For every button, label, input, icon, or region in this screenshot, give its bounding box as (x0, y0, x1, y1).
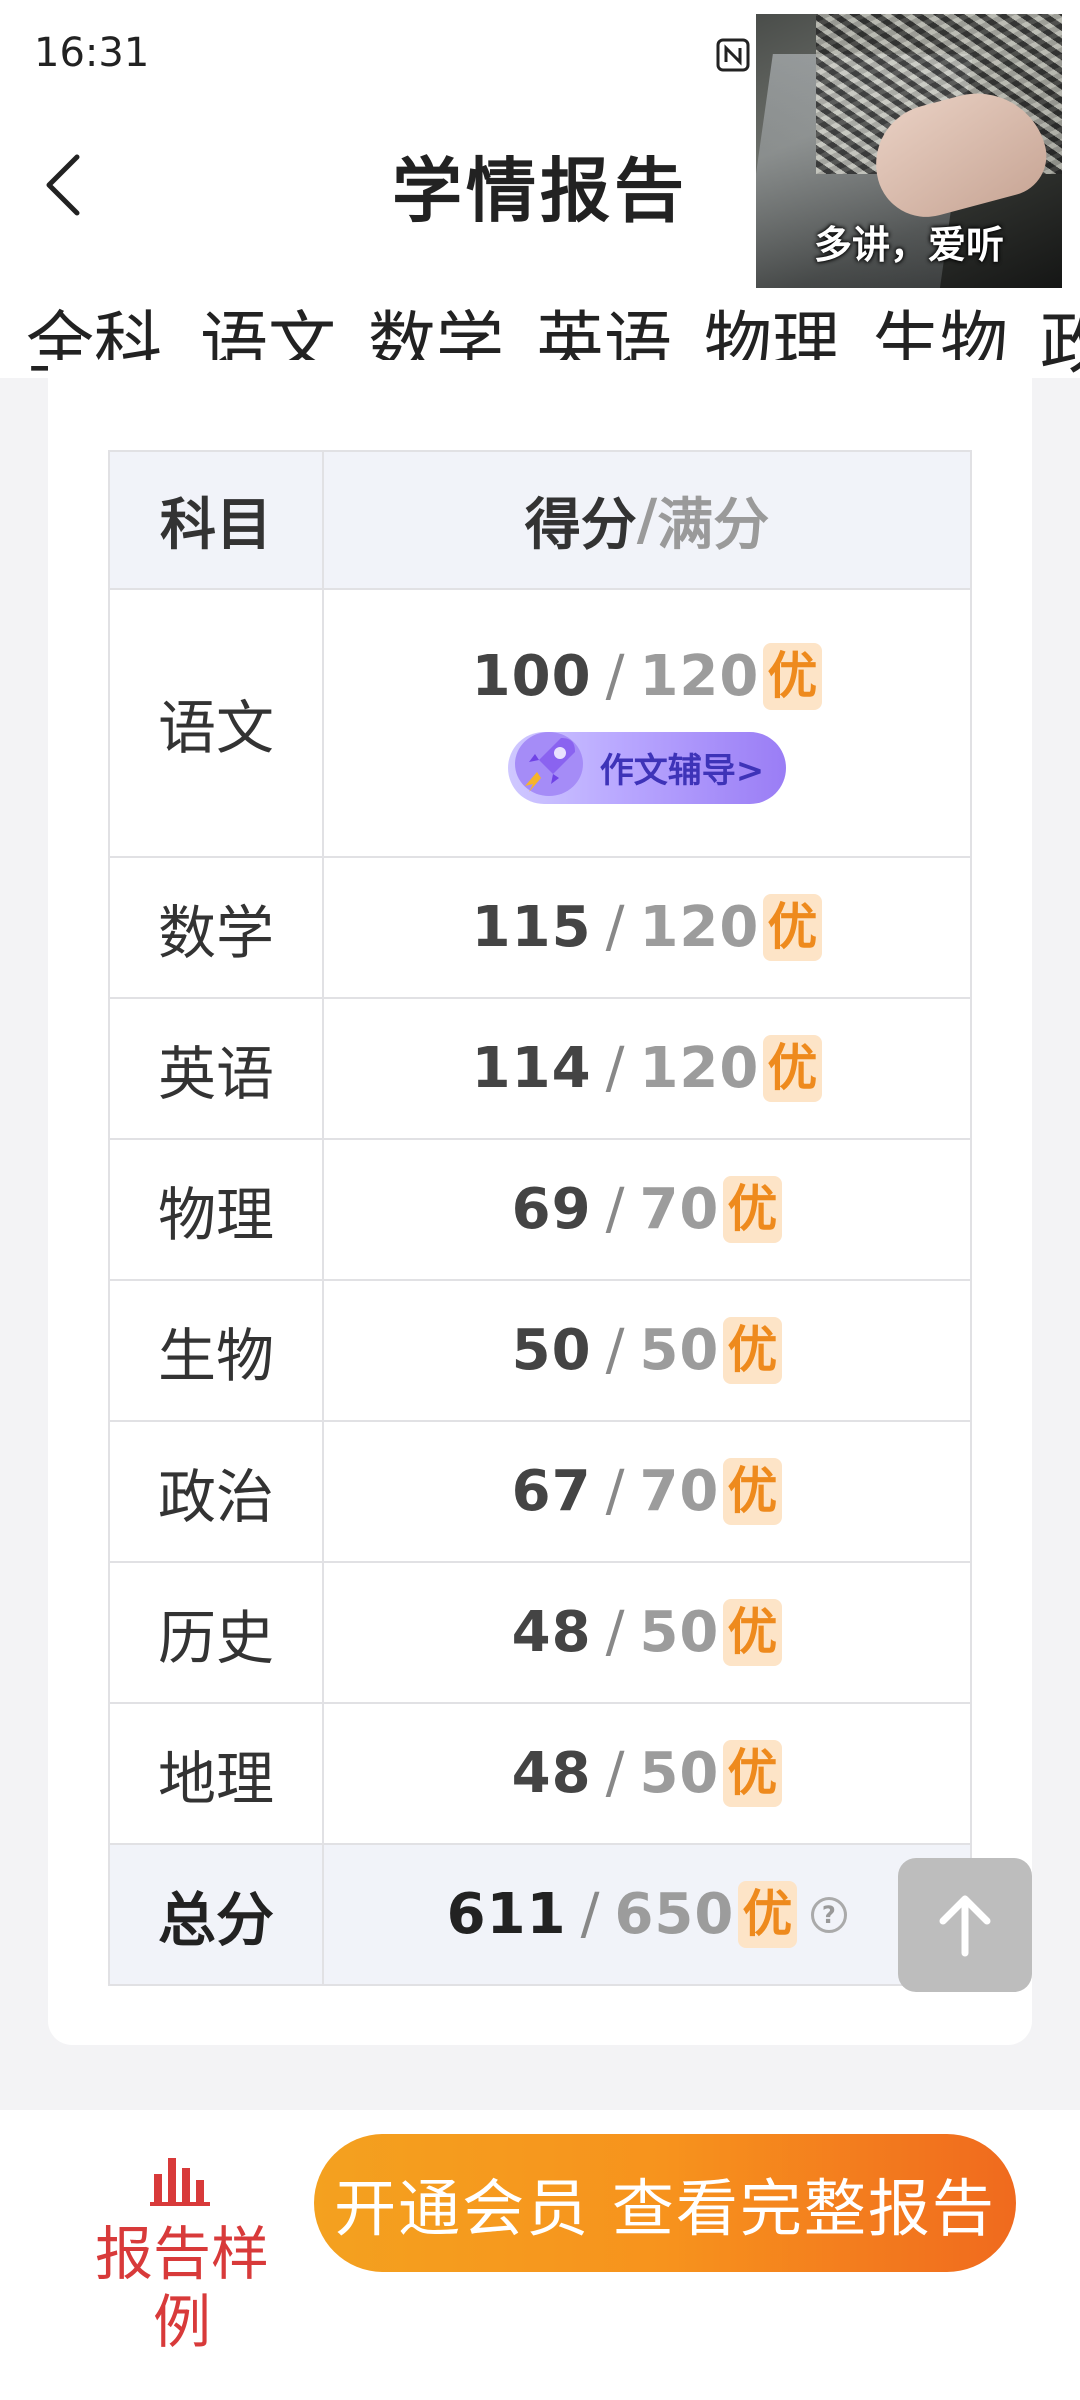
header-subject: 科目 (110, 452, 324, 588)
score-value: 48 (511, 1741, 592, 1806)
total-score-value: 611 (446, 1882, 567, 1947)
score-slash: / (605, 1741, 626, 1806)
score-value: 100 (471, 643, 592, 709)
score-slash: / (605, 643, 626, 709)
arrow-up-icon (939, 1895, 991, 1957)
table-total-row: 总分 611 / 650 优 ? (110, 1843, 970, 1984)
score-slash: / (580, 1882, 601, 1947)
table-row: 语文 100 / 120 优 作文辅导> (110, 588, 970, 856)
rocket-icon (502, 722, 594, 804)
score-slash: / (605, 1600, 626, 1665)
grade-badge: 优 (723, 1740, 783, 1807)
row-subject: 物理 (110, 1140, 324, 1279)
total-label: 总分 (110, 1845, 324, 1984)
row-score: 50 / 50 优 (324, 1281, 970, 1420)
video-caption: 多讲，爱听 (813, 223, 1004, 267)
scroll-to-top-button[interactable] (898, 1858, 1032, 1992)
score-table: 科目 得分 / 满分 语文 100 / 120 优 作文辅导> 数学 115 /… (108, 450, 972, 1986)
row-subject: 历史 (110, 1563, 324, 1702)
essay-tutoring-button[interactable]: 作文辅导> (507, 731, 787, 804)
score-value: 115 (471, 895, 592, 960)
score-value: 67 (511, 1459, 592, 1524)
row-score: 114 / 120 优 (324, 999, 970, 1138)
status-time: 16:31 (34, 30, 150, 76)
full-score-value: 50 (639, 1741, 720, 1806)
table-row: 政治 67 / 70 优 (110, 1420, 970, 1561)
bar-chart-icon[interactable] (150, 2152, 210, 2208)
header-sep: / (636, 487, 658, 553)
full-score-value: 50 (639, 1600, 720, 1665)
full-score-value: 120 (639, 1036, 760, 1101)
score-value: 50 (511, 1318, 592, 1383)
table-header-row: 科目 得分 / 满分 (110, 452, 970, 588)
grade-badge: 优 (723, 1458, 783, 1525)
table-row: 历史 48 / 50 优 (110, 1561, 970, 1702)
row-score: 48 / 50 优 (324, 1563, 970, 1702)
score-value: 114 (471, 1036, 592, 1101)
row-subject: 地理 (110, 1704, 324, 1843)
report-sample-button[interactable]: 报告样例 (82, 2220, 282, 2357)
score-slash: / (605, 1318, 626, 1383)
table-row: 地理 48 / 50 优 (110, 1702, 970, 1843)
full-score-value: 70 (639, 1459, 720, 1524)
grade-badge: 优 (763, 642, 823, 710)
header-score: 得分 / 满分 (324, 452, 970, 588)
row-score: 67 / 70 优 (324, 1422, 970, 1561)
open-membership-button[interactable]: 开通会员 查看完整报告 (314, 2134, 1016, 2272)
table-row: 物理 69 / 70 优 (110, 1138, 970, 1279)
score-slash: / (605, 1036, 626, 1101)
header-full-label: 满分 (657, 492, 770, 558)
full-score-value: 70 (639, 1177, 720, 1242)
row-subject: 数学 (110, 858, 324, 997)
table-row: 生物 50 / 50 优 (110, 1279, 970, 1420)
table-row: 英语 114 / 120 优 (110, 997, 970, 1138)
score-slash: / (605, 1177, 626, 1242)
total-score: 611 / 650 优 ? (324, 1845, 970, 1984)
help-icon[interactable]: ? (811, 1896, 848, 1933)
row-score: 48 / 50 优 (324, 1704, 970, 1843)
grade-badge: 优 (723, 1599, 783, 1666)
row-subject: 语文 (110, 590, 324, 856)
tab-politics[interactable]: 政 (1040, 288, 1080, 378)
grade-badge: 优 (738, 1881, 798, 1948)
full-score-value: 50 (639, 1318, 720, 1383)
grade-badge: 优 (723, 1176, 783, 1243)
table-row: 数学 115 / 120 优 (110, 856, 970, 997)
header-score-label: 得分 (524, 492, 637, 558)
score-slash: / (605, 895, 626, 960)
full-score-value: 120 (639, 895, 760, 960)
floating-video-player[interactable]: 多讲，爱听 (756, 14, 1062, 288)
score-value: 69 (511, 1177, 592, 1242)
row-score: 100 / 120 优 作文辅导> (324, 590, 970, 856)
grade-badge: 优 (723, 1317, 783, 1384)
grade-badge: 优 (763, 894, 823, 961)
bottom-action-bar: 报告样例 开通会员 查看完整报告 (0, 2110, 1080, 2400)
nfc-icon (716, 38, 750, 72)
row-subject: 英语 (110, 999, 324, 1138)
full-score-value: 120 (639, 643, 760, 709)
score-slash: / (605, 1459, 626, 1524)
row-subject: 政治 (110, 1422, 324, 1561)
essay-tutoring-label: 作文辅导> (599, 751, 765, 791)
row-subject: 生物 (110, 1281, 324, 1420)
score-value: 48 (511, 1600, 592, 1665)
row-score: 69 / 70 优 (324, 1140, 970, 1279)
row-score: 115 / 120 优 (324, 858, 970, 997)
grade-badge: 优 (763, 1035, 823, 1102)
total-full-value: 650 (614, 1882, 735, 1947)
